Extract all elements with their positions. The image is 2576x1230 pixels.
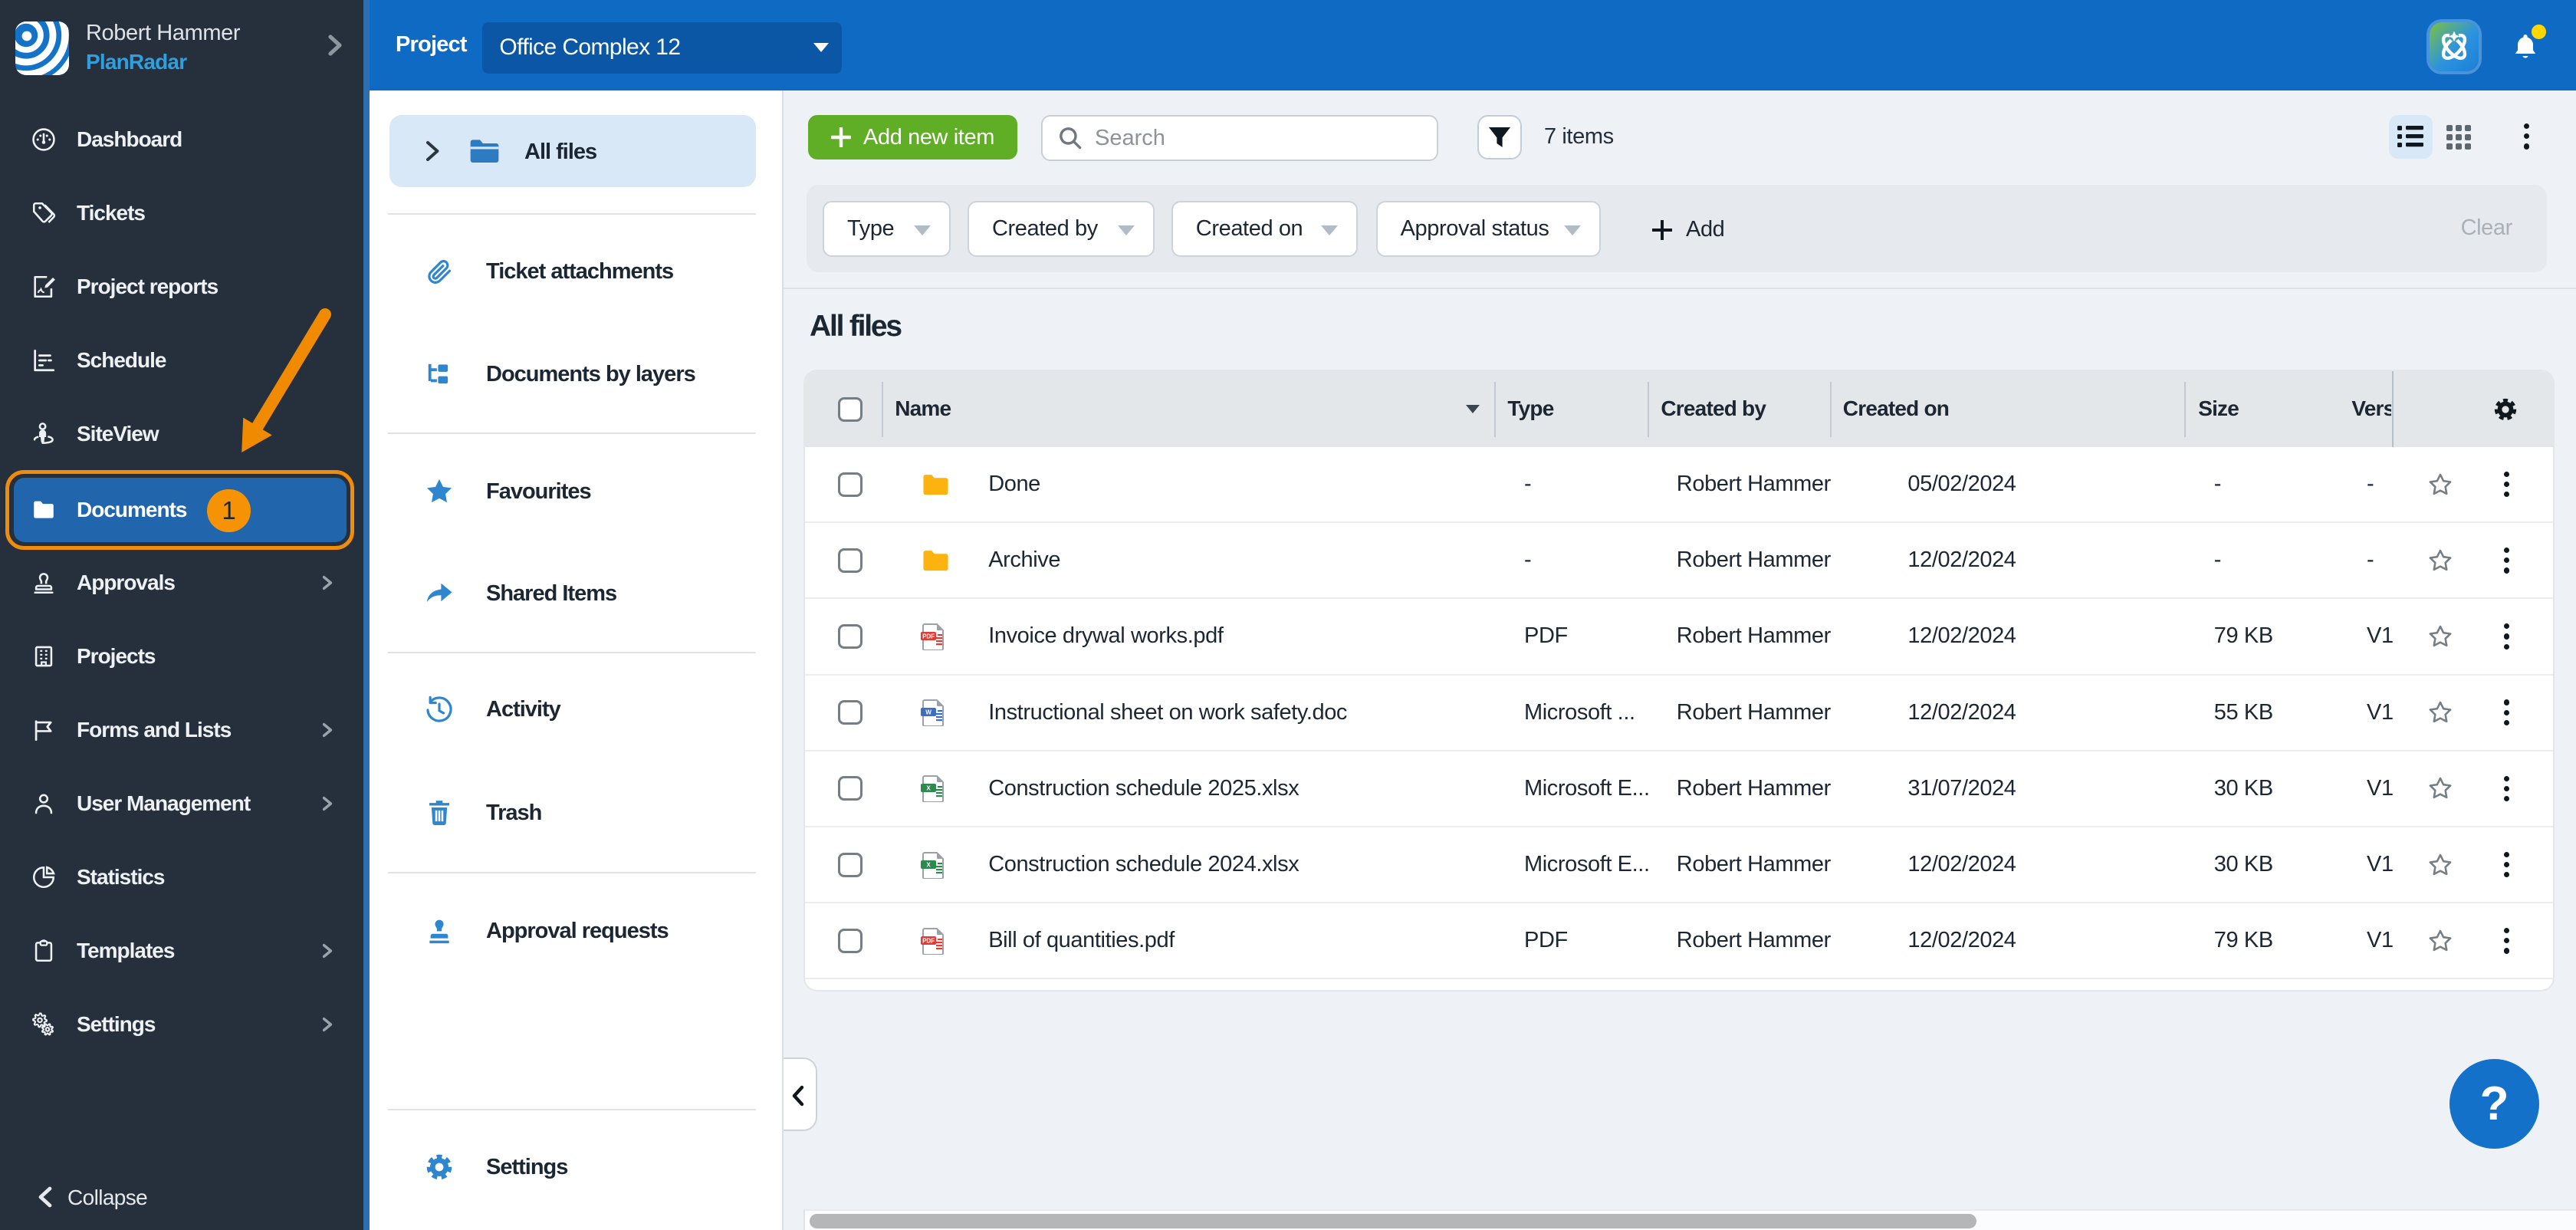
svg-text:X: X	[927, 785, 932, 792]
svg-text:PDF: PDF	[923, 633, 935, 640]
svg-text:W: W	[926, 709, 932, 716]
svg-text:PDF: PDF	[923, 937, 935, 944]
svg-text:X: X	[927, 861, 932, 868]
